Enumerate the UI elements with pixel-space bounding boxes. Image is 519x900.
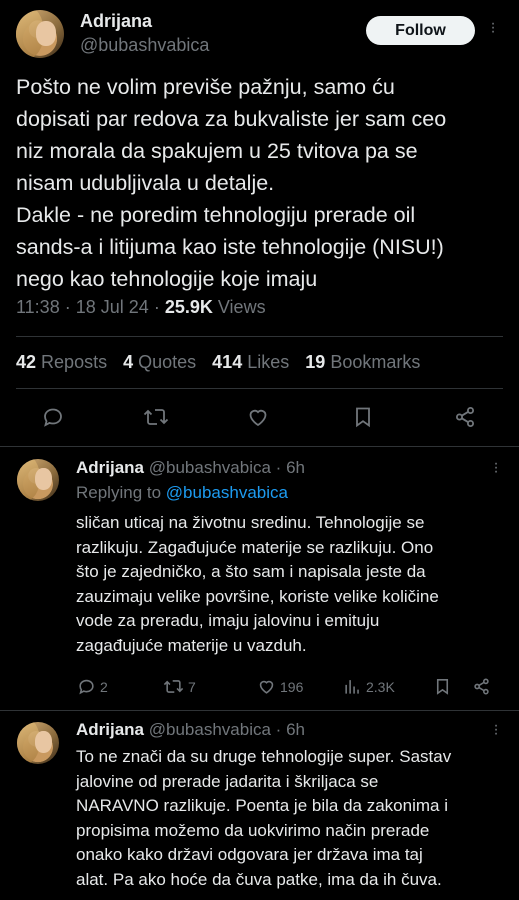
reply-age[interactable]: 6h [286,458,305,477]
divider [0,446,519,447]
follow-button[interactable]: Follow [366,16,475,45]
reply-author-handle[interactable]: @bubashvabica [149,720,271,739]
like-icon [259,680,274,694]
divider [0,710,519,711]
tweet-date[interactable]: 18 Jul 24 [76,297,149,317]
bookmark-button[interactable] [433,677,452,696]
divider [16,336,503,337]
reply-button[interactable]: 2 [77,677,108,696]
tweet-time[interactable]: 11:38 [16,297,60,317]
views-label: Views [217,297,266,317]
reply-header: Adrijana @bubashvabica · 6h [76,720,305,739]
repost-icon[interactable] [143,405,169,429]
reply-age[interactable]: 6h [286,720,305,739]
more-options-icon[interactable]: · · · [490,16,496,40]
share-button[interactable] [472,677,491,696]
stat-bookmarks[interactable]: 19 Bookmarks [305,352,420,373]
like-icon[interactable] [246,405,270,429]
bookmark-icon[interactable] [351,405,375,429]
reply-text: sličan uticaj na životnu sredinu. Tehnol… [76,513,439,655]
tweet-meta: 11:38 · 18 Jul 24 · 25.9K Views [16,297,266,317]
divider [16,388,503,389]
reply-icon[interactable] [41,405,65,429]
like-count: 196 [280,678,304,695]
reply-header: Adrijana @bubashvabica · 6h [76,458,305,477]
like-button[interactable]: 196 [257,677,303,696]
tweet-stats: 42 Reposts 4 Quotes 414 Likes 19 Bookmar… [16,352,436,373]
more-options-icon[interactable]: · · · [493,718,499,742]
author-name[interactable]: Adrijana [80,11,152,32]
reply-author-name[interactable]: Adrijana [76,720,144,739]
reply-count: 2 [100,678,108,695]
stat-quotes[interactable]: 4 Quotes [123,352,196,373]
author-handle[interactable]: @bubashvabica [80,35,209,56]
reply-author-name[interactable]: Adrijana [76,458,144,477]
replying-to-link[interactable]: @bubashvabica [166,483,288,502]
author-avatar[interactable] [16,10,64,58]
replying-to: Replying to @bubashvabica [76,483,288,502]
views-count: 25.9K [164,297,213,317]
views-icon [345,680,359,694]
share-icon [474,678,489,695]
stat-likes[interactable]: 414 Likes [212,352,289,373]
repost-icon [163,680,184,693]
views-button[interactable]: 2.3K [343,677,395,696]
reply-author-avatar[interactable] [17,459,59,501]
reply-text: To ne znači da su druge tehnologije supe… [76,747,452,889]
stat-reposts[interactable]: 42 Reposts [16,352,107,373]
share-icon[interactable] [453,405,477,429]
reply-author-handle[interactable]: @bubashvabica [149,458,271,477]
repost-button[interactable]: 7 [163,677,196,696]
bookmark-icon [436,678,449,695]
reply-icon [79,679,94,695]
more-options-icon[interactable]: · · · [493,456,499,480]
repost-count: 7 [188,678,196,695]
tweet-text: Pošto ne volim previše pažnju, samo ću d… [16,75,447,291]
reply-author-avatar[interactable] [17,722,59,764]
views-count: 2.3K [366,678,395,695]
